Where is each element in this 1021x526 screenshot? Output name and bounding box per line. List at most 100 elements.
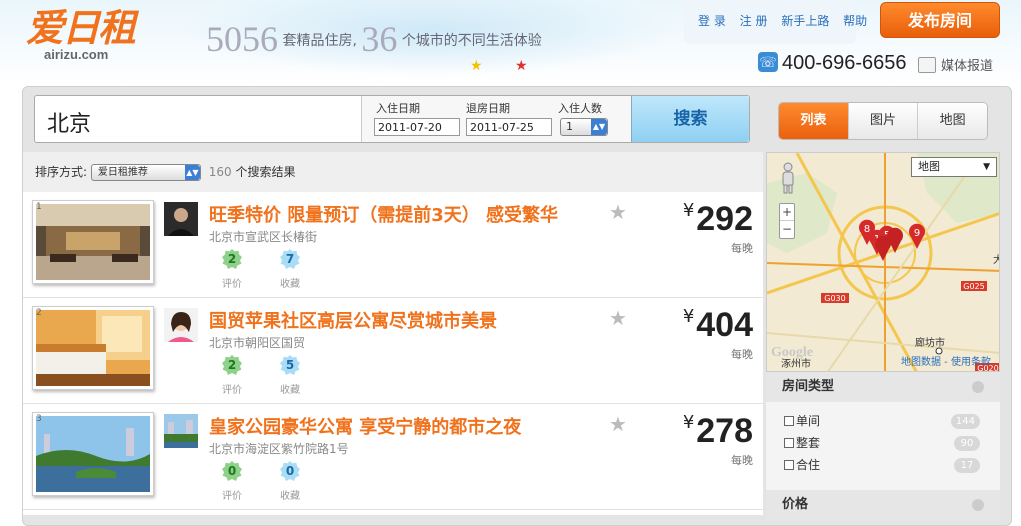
listing-item[interactable]: 2 国贸苹果社区高层公寓尽赏城市美景 北京市朝阳区国贸 2 5 评价 收藏 ★ … <box>23 298 763 404</box>
filter-panel: 房间类型 单间 144 整套 90 合住 17 价格 <box>766 372 1000 520</box>
price-value: 404 <box>696 306 753 344</box>
collapse-icon[interactable] <box>972 381 984 393</box>
street-view-pegman-icon[interactable] <box>777 161 799 195</box>
currency-symbol: ¥ <box>682 306 695 327</box>
map-city-label: 廊坊市 <box>915 336 945 349</box>
results-list: 排序方式: 爱日租推荐 ▲▼ 160 个搜索结果 1 旺季特价 限量预订（需提前3… <box>23 152 763 515</box>
option-label: 单间 <box>796 414 821 428</box>
host-avatar[interactable] <box>164 414 198 448</box>
top-links: 登 录 注 册 新手上路 帮助 <box>684 0 867 44</box>
map-city-label: 大 <box>993 253 1000 266</box>
listing-item[interactable]: 3 皇家公园豪华公寓 享受宁静的都市之夜 北京市海淀区紫竹院路1号 0 0 评价… <box>23 404 763 510</box>
checkbox[interactable] <box>784 460 794 470</box>
favorite-count-badge[interactable]: 7 <box>279 249 301 271</box>
favorite-count-badge[interactable]: 0 <box>279 461 301 483</box>
map-terms-link[interactable]: 地图数据 - 使用条款 <box>901 353 991 368</box>
checkout-date-input[interactable]: 2011-07-25 <box>466 118 552 136</box>
tab-map[interactable]: 地图 <box>918 103 987 139</box>
option-count: 17 <box>954 458 980 473</box>
slogan-city-count: 36 <box>361 19 398 59</box>
checkin-date-input[interactable]: 2011-07-20 <box>374 118 460 136</box>
google-logo: Google <box>771 345 813 360</box>
listing-rank: 2 <box>36 308 42 318</box>
star-icon: ★ <box>515 58 528 74</box>
price-title: 价格 <box>782 497 809 512</box>
favorite-star-icon[interactable]: ★ <box>609 306 627 330</box>
checkin-label: 入住日期 <box>376 102 420 115</box>
hotel-lobby-photo <box>36 204 150 280</box>
tab-pictures[interactable]: 图片 <box>848 103 919 139</box>
login-link[interactable]: 登 录 <box>698 14 726 28</box>
room-type-option[interactable]: 单间 144 <box>766 410 1000 432</box>
sort-value: 爱日租推荐 <box>97 167 148 178</box>
tab-list[interactable]: 列表 <box>779 103 849 139</box>
listing-title[interactable]: 国贸苹果社区高层公寓尽赏城市美景 <box>209 307 497 333</box>
favorite-label: 收藏 <box>280 279 300 290</box>
map-marker[interactable]: 9 <box>909 223 925 249</box>
help-link[interactable]: 帮助 <box>843 14 867 28</box>
room-type-header[interactable]: 房间类型 <box>766 372 1000 402</box>
listing-title[interactable]: 皇家公园豪华公寓 享受宁静的都市之夜 <box>209 413 521 439</box>
option-count: 144 <box>950 414 980 429</box>
phone-hotline: ☏ 400-696-6656 <box>758 52 907 75</box>
search-button[interactable]: 搜索 <box>631 96 749 142</box>
review-count-badge[interactable]: 2 <box>221 249 243 271</box>
result-count-suffix: 个搜索结果 <box>235 165 296 179</box>
listing-price: ¥278 <box>683 412 753 451</box>
checkbox[interactable] <box>784 438 794 448</box>
review-count: 2 <box>222 355 242 375</box>
price-header[interactable]: 价格 <box>766 490 1000 520</box>
slogan-room-count: 5056 <box>206 19 278 59</box>
review-count-badge[interactable]: 2 <box>221 355 243 377</box>
sort-row: 排序方式: 爱日租推荐 ▲▼ 160 个搜索结果 <box>23 152 763 192</box>
guests-select[interactable]: 1 ▲▼ <box>560 118 608 136</box>
collapse-icon[interactable] <box>972 499 984 511</box>
listing-item[interactable]: 1 旺季特价 限量预订（需提前3天） 感受繁华 北京市宣武区长椿街 2 7 评价… <box>23 192 763 298</box>
view-tabs: 列表 图片 地图 <box>778 102 988 140</box>
favorite-count-badge[interactable]: 5 <box>279 355 301 377</box>
newspaper-icon <box>918 57 936 73</box>
map-marker[interactable] <box>875 235 891 261</box>
favorite-star-icon[interactable]: ★ <box>609 200 627 224</box>
review-count-badge[interactable]: 0 <box>221 461 243 483</box>
price-unit: 每晚 <box>731 348 753 361</box>
zoom-out-icon[interactable]: − <box>780 221 794 238</box>
map-type-select[interactable]: 地图 ▼ <box>911 157 997 177</box>
search-bar: 北京 入住日期 2011-07-20 退房日期 2011-07-25 入住人数 … <box>34 95 750 143</box>
listing-price: ¥404 <box>683 306 753 345</box>
sort-label: 排序方式: <box>35 165 88 179</box>
checkbox[interactable] <box>784 416 794 426</box>
listing-price: ¥292 <box>683 200 753 239</box>
slogan-text-1: 套精品住房, <box>282 33 357 49</box>
option-count: 90 <box>954 436 980 451</box>
publish-room-button[interactable]: 发布房间 <box>880 2 1000 38</box>
chevron-down-icon: ▼ <box>983 162 990 172</box>
results-map[interactable]: G030 G025 G020 廊坊市 涿州市 大 + − 地图 ▼ 8 1 5 … <box>766 152 1000 372</box>
site-logo[interactable]: 爱日租 airizu.com <box>26 5 136 62</box>
logo-mark: 爱日租 <box>26 5 136 50</box>
price-unit: 每晚 <box>731 242 753 255</box>
phone-number: 400-696-6656 <box>782 52 907 74</box>
listing-photo[interactable]: 1 <box>32 200 154 284</box>
newbie-guide-link[interactable]: 新手上路 <box>781 14 829 28</box>
zoom-in-icon[interactable]: + <box>780 204 794 221</box>
favorite-label: 收藏 <box>280 385 300 396</box>
host-avatar[interactable] <box>164 308 198 342</box>
room-type-option[interactable]: 整套 90 <box>766 432 1000 454</box>
listing-photo[interactable]: 3 <box>32 412 154 496</box>
svg-text:9: 9 <box>914 228 920 239</box>
city-input[interactable]: 北京 <box>35 96 359 142</box>
sort-select[interactable]: 爱日租推荐 ▲▼ <box>90 164 201 181</box>
listing-photo[interactable]: 2 <box>32 306 154 390</box>
currency-symbol: ¥ <box>682 200 695 221</box>
room-type-option[interactable]: 合住 17 <box>766 454 1000 476</box>
map-markers: 8 1 5 9 <box>859 219 925 261</box>
option-label: 整套 <box>796 436 821 450</box>
listing-title[interactable]: 旺季特价 限量预订（需提前3天） 感受繁华 <box>209 201 558 227</box>
checkout-label: 退房日期 <box>466 102 510 115</box>
media-report-link[interactable]: 媒体报道 <box>918 55 993 74</box>
listing-address: 北京市海淀区紫竹院路1号 <box>209 442 349 456</box>
register-link[interactable]: 注 册 <box>740 14 768 28</box>
host-avatar[interactable] <box>164 202 198 236</box>
favorite-star-icon[interactable]: ★ <box>609 412 627 436</box>
